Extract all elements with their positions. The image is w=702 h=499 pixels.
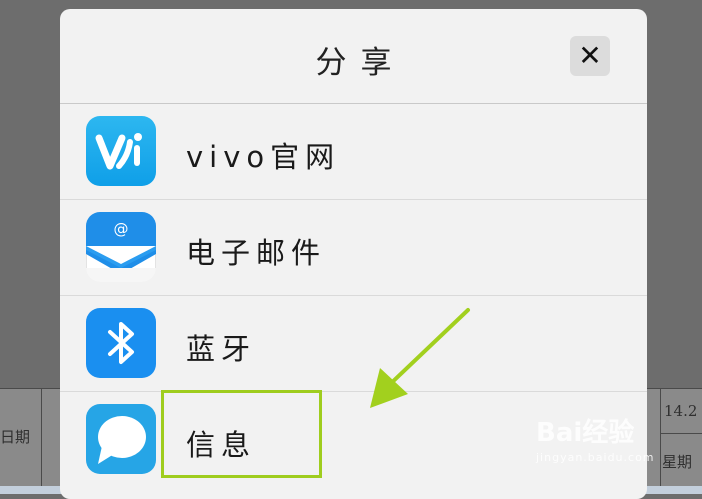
- pointer-arrow-icon: [370, 308, 470, 408]
- bluetooth-icon: [86, 308, 156, 378]
- watermark-url: jingyan.baidu.com: [536, 451, 655, 464]
- table-cell-text: 星期: [662, 453, 693, 471]
- vivo-logo-icon: [86, 116, 156, 186]
- table-border: [41, 388, 42, 488]
- svg-text:@: @: [114, 220, 129, 238]
- share-item-vivo[interactable]: vivo官网: [60, 104, 647, 200]
- highlight-box: [161, 390, 322, 478]
- table-cell-text: 14.2: [664, 402, 698, 420]
- table-border: [660, 388, 661, 488]
- watermark-brand: Bai经验: [536, 418, 635, 448]
- share-item-label: 电子邮件: [186, 236, 327, 270]
- table-cell-text: 日期: [0, 428, 31, 446]
- close-icon: ✕: [578, 39, 602, 72]
- share-item-bluetooth[interactable]: 蓝牙: [60, 296, 647, 392]
- watermark: Bai经验 jingyan.baidu.com: [536, 412, 655, 464]
- email-envelope-icon: @: [86, 212, 156, 282]
- table-border: [660, 433, 702, 434]
- share-item-email[interactable]: @ 电子邮件: [60, 200, 647, 296]
- share-sheet-title: 分享: [315, 45, 406, 81]
- share-item-label: 蓝牙: [186, 332, 257, 366]
- message-bubble-icon: [86, 404, 156, 474]
- close-button[interactable]: ✕: [570, 36, 610, 76]
- share-item-label: vivo官网: [186, 140, 341, 174]
- share-sheet-header: 分享 ✕: [60, 9, 647, 103]
